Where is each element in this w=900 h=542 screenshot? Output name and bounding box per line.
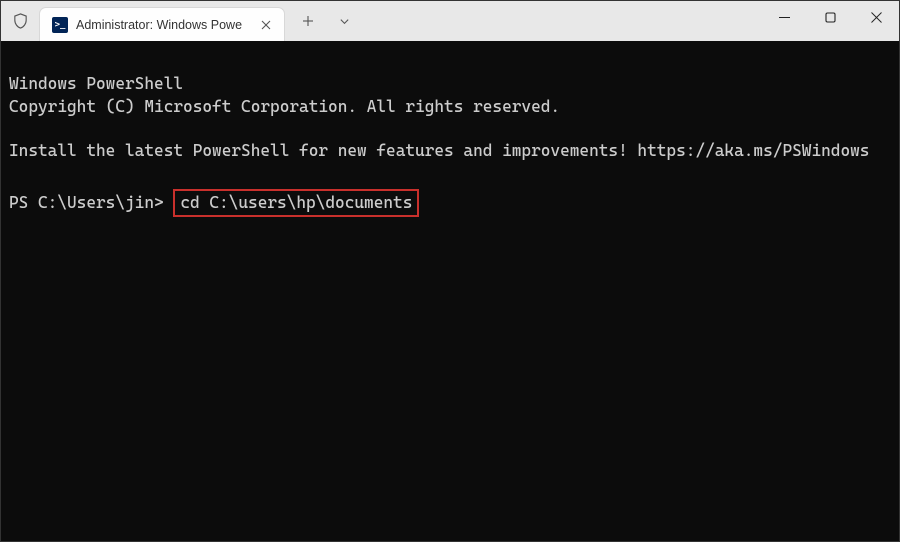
minimize-button[interactable] xyxy=(761,1,807,33)
titlebar: >_ Administrator: Windows Powe xyxy=(1,1,899,41)
tab-active[interactable]: >_ Administrator: Windows Powe xyxy=(39,7,285,41)
terminal-line: Copyright (C) Microsoft Corporation. All… xyxy=(9,97,560,116)
maximize-button[interactable] xyxy=(807,1,853,33)
tab-dropdown-button[interactable] xyxy=(327,6,361,36)
window-controls xyxy=(761,1,899,41)
terminal-line: Install the latest PowerShell for new fe… xyxy=(9,141,869,160)
terminal-command: cd C:\users\hp\documents xyxy=(180,193,412,212)
terminal-prompt: PS C:\Users\jin> xyxy=(9,193,164,212)
new-tab-button[interactable] xyxy=(291,6,325,36)
tab-close-button[interactable] xyxy=(258,17,274,33)
powershell-icon: >_ xyxy=(52,17,68,33)
terminal-content[interactable]: Windows PowerShell Copyright (C) Microso… xyxy=(1,41,899,541)
tab-actions xyxy=(291,6,361,36)
close-button[interactable] xyxy=(853,1,899,33)
command-highlight: cd C:\users\hp\documents xyxy=(173,189,419,217)
shield-icon xyxy=(1,1,39,41)
tab-title: Administrator: Windows Powe xyxy=(76,18,250,32)
terminal-line: Windows PowerShell xyxy=(9,74,183,93)
